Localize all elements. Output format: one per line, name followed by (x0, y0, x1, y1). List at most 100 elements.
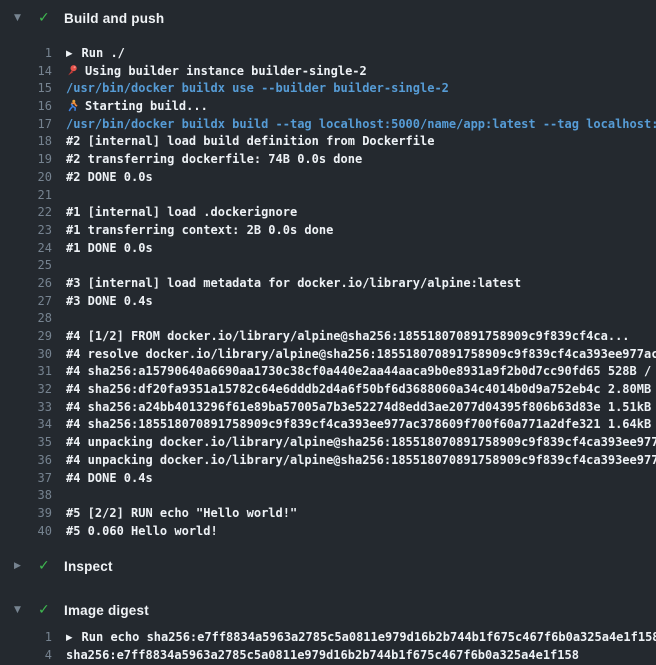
log-line[interactable]: 17/usr/bin/docker buildx build --tag loc… (0, 116, 656, 134)
log-text-content: #1 [internal] load .dockerignore (66, 205, 297, 219)
log-line[interactable]: 30 #4 resolve docker.io/library/alpine@sh… (0, 346, 656, 364)
section-header-image-digest[interactable]: ▼ ✓ Image digest (0, 596, 656, 624)
line-number[interactable]: 14 (0, 63, 52, 81)
log-text-content: #2 [internal] load build definition from… (66, 134, 434, 148)
section-title: Build and push (64, 11, 164, 26)
section-header-build-and-push[interactable]: ▼ ✓ Build and push (0, 4, 656, 32)
log-text: #3 [internal] load metadata for docker.i… (52, 275, 656, 293)
line-number[interactable]: 32 (0, 381, 52, 399)
log-text: #4 unpacking docker.io/library/alpine@sh… (52, 434, 656, 452)
line-number[interactable]: 31 (0, 363, 52, 381)
log-line[interactable]: 40#5 0.060 Hello world! (0, 523, 656, 541)
log-text: #4 sha256:df20fa9351a15782c64e6dddb2d4a6… (52, 381, 656, 399)
log-line[interactable]: 15/usr/bin/docker buildx use --builder b… (0, 80, 656, 98)
line-number[interactable]: 29 (0, 328, 52, 346)
chevron-right-icon[interactable]: ▶ (14, 562, 38, 571)
section-lines-build-and-push: 1 ▶ Run ./ 14 Using builder instance builder… (0, 32, 656, 546)
runner-icon (66, 98, 85, 116)
log-line[interactable]: 1▶Run echo sha256:e7ff8834a5963a2785c5a0… (0, 629, 656, 647)
log-text-content: #4 sha256:df20fa9351a15782c64e6dddb2d4a6… (66, 382, 656, 396)
success-check-icon: ✓ (38, 11, 64, 25)
section-header-inspect[interactable]: ▶ ✓ Inspect (0, 552, 656, 580)
line-number[interactable]: 4 (0, 647, 52, 665)
log-text-content: Using builder instance builder-single-2 (85, 64, 367, 78)
line-number[interactable]: 25 (0, 257, 52, 275)
log-text-content: #4 sha256:a24bb4013296f61e89ba57005a7b3e… (66, 400, 656, 414)
line-number[interactable]: 21 (0, 187, 52, 205)
log-command-text: /usr/bin/docker buildx build --tag local… (52, 116, 656, 134)
log-line[interactable]: 25 (0, 257, 656, 275)
log-line[interactable]: 21 (0, 187, 656, 205)
line-number[interactable]: 15 (0, 80, 52, 98)
log-line[interactable]: 31 #4 sha256:a15790640a6690aa1730c38cf0a4… (0, 363, 656, 381)
line-number[interactable]: 36 (0, 452, 52, 470)
log-line[interactable]: 16 Starting build... (0, 98, 656, 116)
line-number[interactable]: 26 (0, 275, 52, 293)
chevron-down-icon[interactable]: ▼ (14, 14, 38, 23)
log-text-content: Run ./ (82, 46, 125, 60)
line-number[interactable]: 17 (0, 116, 52, 134)
log-line[interactable]: 20 #2 DONE 0.0s (0, 169, 656, 187)
chevron-down-icon[interactable]: ▼ (14, 606, 38, 615)
expand-triangle-icon[interactable]: ▶ (66, 46, 73, 64)
log-text: #1 [internal] load .dockerignore (52, 204, 656, 222)
log-line[interactable]: 35#4 unpacking docker.io/library/alpine@… (0, 434, 656, 452)
line-number[interactable]: 27 (0, 293, 52, 311)
success-check-icon: ✓ (38, 603, 64, 617)
log-line[interactable]: 1 ▶ Run ./ (0, 45, 656, 63)
line-number[interactable]: 19 (0, 151, 52, 169)
log-line[interactable]: 18 #2 [internal] load build definition fr… (0, 133, 656, 151)
log-line[interactable]: 24 #1 DONE 0.0s (0, 240, 656, 258)
log-text: #2 [internal] load build definition from… (52, 133, 656, 151)
line-number[interactable]: 16 (0, 98, 52, 116)
log-line[interactable]: 27#3 DONE 0.4s (0, 293, 656, 311)
line-number[interactable]: 34 (0, 416, 52, 434)
log-line[interactable]: 33 #4 sha256:a24bb4013296f61e89ba57005a7b… (0, 399, 656, 417)
line-number[interactable]: 24 (0, 240, 52, 258)
log-text-content: #4 sha256:a15790640a6690aa1730c38cf0a440… (66, 364, 656, 378)
log-line[interactable]: 38 (0, 487, 656, 505)
log-text-content: #1 DONE 0.0s (66, 241, 153, 255)
log-text: #3 DONE 0.4s (52, 293, 656, 311)
line-number[interactable]: 33 (0, 399, 52, 417)
log-line[interactable]: 37#4 DONE 0.4s (0, 470, 656, 488)
log-text-content: #4 resolve docker.io/library/alpine@sha2… (66, 347, 656, 361)
pushpin-icon (66, 63, 85, 81)
line-number[interactable]: 35 (0, 434, 52, 452)
log-line[interactable]: 22 #1 [internal] load .dockerignore (0, 204, 656, 222)
log-line[interactable]: 39#5 [2/2] RUN echo "Hello world!" (0, 505, 656, 523)
log-line[interactable]: 4sha256:e7ff8834a5963a2785c5a0811e979d16… (0, 647, 656, 665)
log-line[interactable]: 28 (0, 310, 656, 328)
log-text-content: #2 DONE 0.0s (66, 170, 153, 184)
log-text-content: #4 unpacking docker.io/library/alpine@sh… (66, 453, 656, 467)
log-text: #1 transferring context: 2B 0.0s done (52, 222, 656, 240)
log-text: #4 sha256:a24bb4013296f61e89ba57005a7b3e… (52, 399, 656, 417)
log-text-content: Starting build... (85, 99, 208, 113)
log-line[interactable]: 23#1 transferring context: 2B 0.0s done (0, 222, 656, 240)
log-line[interactable]: 32 #4 sha256:df20fa9351a15782c64e6dddb2d4… (0, 381, 656, 399)
line-number[interactable]: 1 (0, 629, 52, 647)
log-text: #4 [1/2] FROM docker.io/library/alpine@s… (52, 328, 656, 346)
line-number[interactable]: 23 (0, 222, 52, 240)
log-text: #4 unpacking docker.io/library/alpine@sh… (52, 452, 656, 470)
line-number[interactable]: 37 (0, 470, 52, 488)
line-number[interactable]: 22 (0, 204, 52, 222)
line-number[interactable]: 20 (0, 169, 52, 187)
line-number[interactable]: 39 (0, 505, 52, 523)
log-text: #5 0.060 Hello world! (52, 523, 656, 541)
expand-triangle-icon[interactable]: ▶ (66, 630, 73, 648)
log-text: #4 DONE 0.4s (52, 470, 656, 488)
log-text: #5 [2/2] RUN echo "Hello world!" (52, 505, 656, 523)
log-line[interactable]: 36 #4 unpacking docker.io/library/alpine@… (0, 452, 656, 470)
line-number[interactable]: 40 (0, 523, 52, 541)
line-number[interactable]: 18 (0, 133, 52, 151)
log-line[interactable]: 29#4 [1/2] FROM docker.io/library/alpine… (0, 328, 656, 346)
line-number[interactable]: 38 (0, 487, 52, 505)
line-number[interactable]: 1 (0, 45, 52, 63)
line-number[interactable]: 28 (0, 310, 52, 328)
line-number[interactable]: 30 (0, 346, 52, 364)
log-line[interactable]: 26#3 [internal] load metadata for docker… (0, 275, 656, 293)
log-line[interactable]: 14 Using builder instance builder-single-… (0, 63, 656, 81)
log-line[interactable]: 19#2 transferring dockerfile: 74B 0.0s d… (0, 151, 656, 169)
log-line[interactable]: 34#4 sha256:185518070891758909c9f839cf4c… (0, 416, 656, 434)
